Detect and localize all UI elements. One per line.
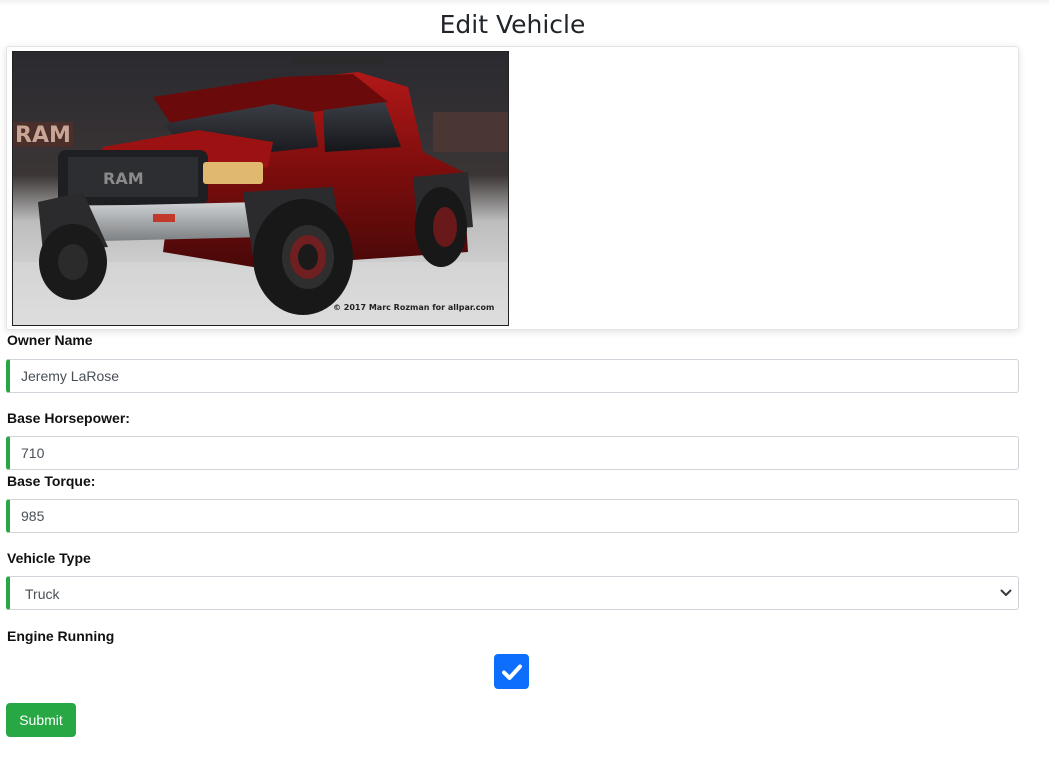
- image-caption: © 2017 Marc Rozman for allpar.com: [333, 303, 494, 312]
- vehicle-image: RAM RAM © 2017 Marc Rozman for allpar.co…: [12, 51, 509, 326]
- engine-running-label: Engine Running: [7, 628, 115, 644]
- owner-name-input[interactable]: [10, 360, 1001, 392]
- vehicle-type-label: Vehicle Type: [7, 550, 91, 566]
- vehicle-image-card: RAM RAM © 2017 Marc Rozman for allpar.co…: [6, 46, 1019, 330]
- base-horsepower-label: Base Horsepower:: [7, 410, 130, 426]
- engine-running-checkbox[interactable]: [494, 654, 529, 689]
- base-torque-label: Base Torque:: [7, 473, 96, 489]
- svg-text:RAM: RAM: [15, 123, 71, 148]
- page-title: Edit Vehicle: [439, 10, 586, 39]
- owner-name-label: Owner Name: [7, 332, 93, 348]
- top-shadow: [0, 0, 1049, 6]
- svg-text:RAM: RAM: [103, 169, 144, 188]
- base-horsepower-input[interactable]: [10, 437, 1001, 469]
- vehicle-type-selected-value: Truck: [25, 586, 60, 602]
- base-torque-input[interactable]: [10, 500, 1001, 532]
- checkmark-icon: [501, 664, 522, 680]
- chevron-down-icon: [1000, 589, 1012, 596]
- vehicle-type-select[interactable]: Truck: [6, 576, 1019, 610]
- base-torque-field[interactable]: [6, 499, 1019, 533]
- base-horsepower-field[interactable]: [6, 436, 1019, 470]
- owner-name-field[interactable]: [6, 359, 1019, 393]
- submit-button[interactable]: Submit: [6, 703, 76, 737]
- edit-vehicle-page: Edit Vehicle RAM RAM © 2017 Marc Rozman …: [0, 0, 1049, 782]
